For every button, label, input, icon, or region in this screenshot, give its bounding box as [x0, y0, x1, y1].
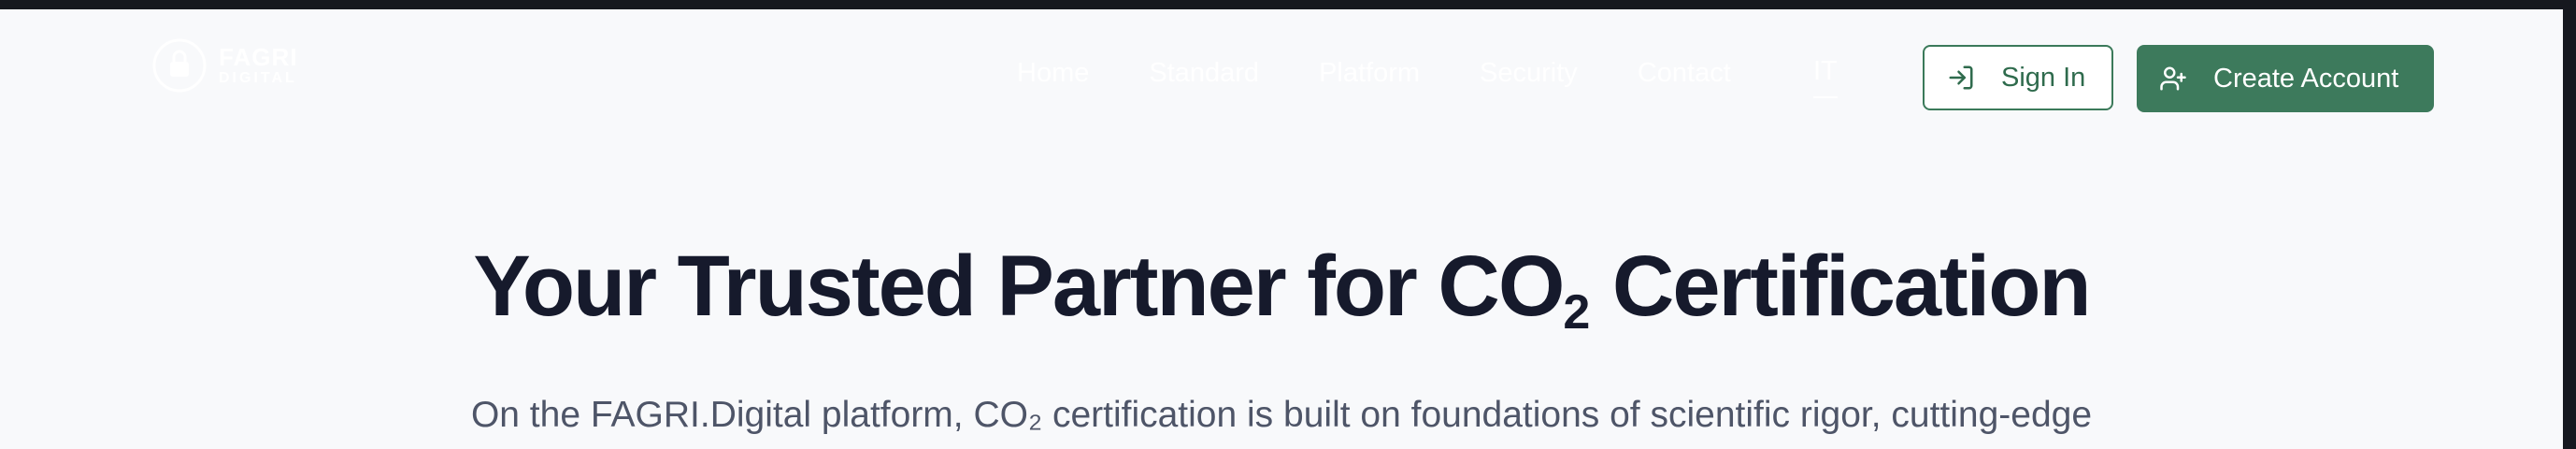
hero-subtitle: On the FAGRI.Digital platform, CO₂ certi…	[470, 395, 2093, 435]
create-account-button[interactable]: Create Account	[2137, 45, 2434, 112]
nav-home[interactable]: Home	[1017, 58, 1089, 89]
lock-leaf-icon	[150, 36, 209, 95]
language-selector[interactable]: IT	[1813, 56, 1838, 98]
window-frame-right	[2563, 0, 2576, 449]
hero-title-main: Your Trusted Partner for CO	[473, 239, 1565, 334]
create-account-label: Create Account	[2213, 63, 2399, 94]
nav-platform[interactable]: Platform	[1319, 58, 1420, 89]
user-plus-icon	[2159, 65, 2187, 93]
main-nav: Home Standard Platform Security Contact	[1017, 58, 1791, 89]
window-frame-top	[0, 0, 2576, 9]
nav-security[interactable]: Security	[1480, 58, 1578, 89]
hero-title-subscript: 2	[1563, 285, 1591, 340]
logo-line-2: DIGITAL	[219, 70, 297, 86]
site-header: FAGRI DIGITAL Home Standard Platform Sec…	[0, 9, 2563, 140]
page: FAGRI DIGITAL Home Standard Platform Sec…	[0, 9, 2563, 449]
nav-contact[interactable]: Contact	[1638, 58, 1731, 89]
nav-standard[interactable]: Standard	[1149, 58, 1259, 89]
sign-in-label: Sign In	[2001, 62, 2086, 93]
logo-text: FAGRI DIGITAL	[219, 45, 297, 86]
hero-title: Your Trusted Partner for CO2 Certificati…	[0, 243, 2563, 337]
sign-in-button[interactable]: Sign In	[1923, 45, 2113, 110]
logo-line-1: FAGRI	[219, 43, 298, 71]
site-logo[interactable]: FAGRI DIGITAL	[150, 36, 297, 95]
login-icon	[1947, 64, 1975, 92]
hero-title-end: Certification	[1590, 239, 2092, 334]
